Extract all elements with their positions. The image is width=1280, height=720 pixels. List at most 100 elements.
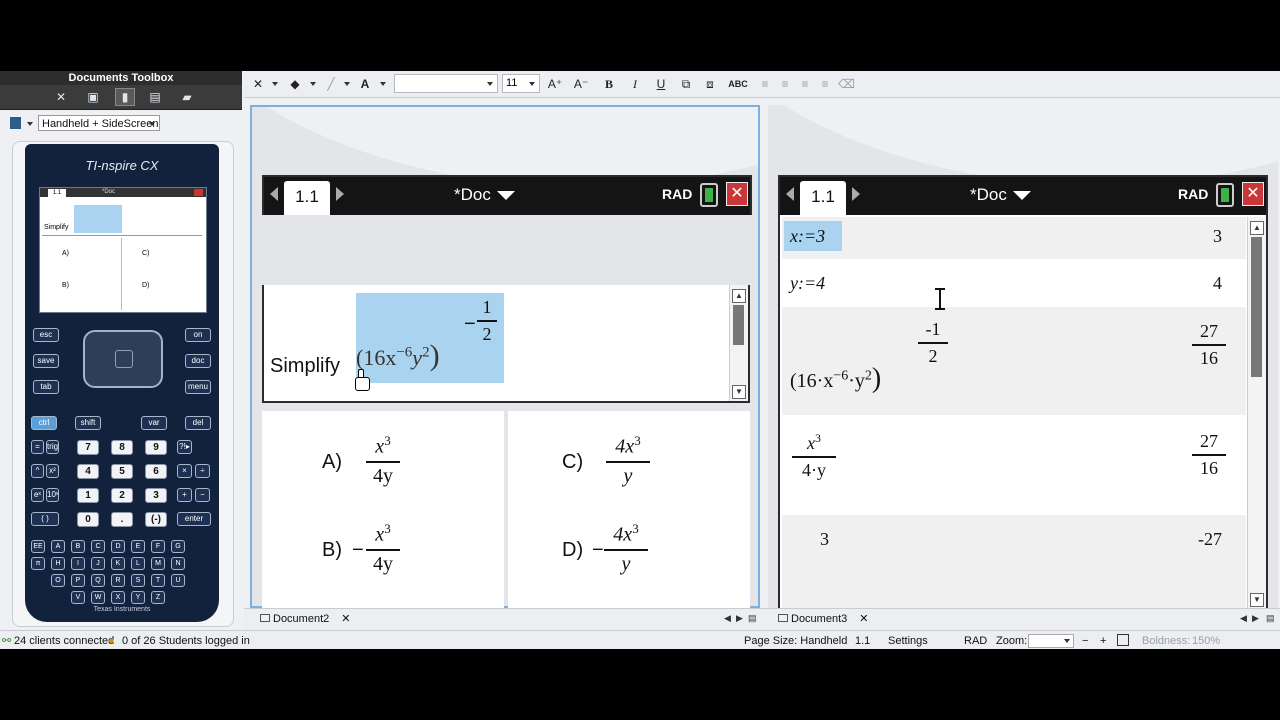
history-row[interactable]: 3 -27 [782,515,1246,610]
fill-color-icon[interactable]: ◆ [286,75,304,93]
zoom-select[interactable] [1028,634,1074,648]
next-page-icon[interactable] [852,187,860,201]
text-color-icon[interactable]: A [356,75,374,93]
minus-key[interactable]: − [195,488,210,502]
key-a[interactable]: A [51,540,65,553]
history-scrollbar[interactable]: ▲ ▼ [1247,217,1266,609]
history-row[interactable]: y:=4 4 [782,259,1246,308]
key-7[interactable]: 7 [77,440,99,455]
prev-page-icon[interactable] [270,187,278,201]
document2-tab[interactable]: Document2 ✕ [256,611,350,627]
page-size[interactable]: Page Size: Handheld [744,631,847,649]
key-i[interactable]: I [71,557,85,570]
menu-key[interactable]: menu [185,380,211,394]
key-1[interactable]: 1 [77,488,99,503]
handheld-icon[interactable]: ▮ [115,88,135,106]
doc-name-menu[interactable]: *Doc [454,185,515,205]
key-3[interactable]: 3 [145,488,167,503]
key-y[interactable]: Y [131,591,145,604]
key-v[interactable]: V [71,591,85,604]
choice-b-fraction[interactable]: x3 4y [366,521,400,576]
handheld-view-icon[interactable] [10,117,21,129]
choice-c-fraction[interactable]: 4x3 y [606,433,650,488]
content-explorer-icon[interactable]: ▰ [178,89,196,105]
key-x[interactable]: X [111,591,125,604]
flag-key[interactable]: ?!▸ [177,440,192,454]
boldness-value[interactable]: 150% [1192,631,1220,649]
plus-key[interactable]: + [177,488,192,502]
key-p[interactable]: P [71,574,85,587]
utilities-icon[interactable]: ▤ [146,89,164,105]
ee-key[interactable]: EE [31,540,45,553]
paren-key[interactable]: ( ) [31,512,59,526]
tab-list-icon[interactable]: ▤ [748,613,757,624]
scroll-up-icon[interactable]: ▲ [732,289,746,303]
del-key[interactable]: del [185,416,211,430]
times-key[interactable]: × [177,464,192,478]
chevron-down-icon[interactable] [272,82,278,86]
underline-button[interactable]: U [654,75,668,93]
key-k[interactable]: K [111,557,125,570]
prev-page-icon[interactable] [786,187,794,201]
key-n[interactable]: N [171,557,185,570]
align-left-icon[interactable]: ≡ [758,75,772,93]
key-t[interactable]: T [151,574,165,587]
question-box[interactable]: Simplify (16x−6y2) − 1 2 ▲ ▼ [262,285,750,403]
pi-key[interactable]: π [31,557,45,570]
key-9[interactable]: 9 [145,440,167,455]
key-l[interactable]: L [131,557,145,570]
scroll-thumb[interactable] [733,305,744,345]
enter-key[interactable]: enter [177,512,211,526]
var-key[interactable]: var [141,416,167,430]
document3-tab[interactable]: Document3 ✕ [774,611,868,627]
chevron-down-icon[interactable] [344,82,350,86]
touchpad-center[interactable] [115,350,133,368]
key-6[interactable]: 6 [145,464,167,479]
scroll-up-icon[interactable]: ▲ [1250,221,1264,235]
link-icon[interactable]: ⧉ [678,75,694,93]
tenx-key[interactable]: 10ˣ [46,488,59,502]
zoom-out-button[interactable]: − [1082,631,1088,649]
trig-key[interactable]: trig [46,440,59,454]
justify-icon[interactable]: ≡ [818,75,832,93]
handheld-screen[interactable]: 1.1 *Doc Simplify A) C) B) D) [39,187,207,313]
history-row[interactable]: x:=3 3 [782,217,1246,260]
italic-button[interactable]: I [628,75,642,93]
key-2[interactable]: 2 [111,488,133,503]
line-color-icon[interactable]: ╱ [322,75,340,93]
divide-key[interactable]: ÷ [195,464,210,478]
page-sorter-icon[interactable]: ▣ [84,89,102,105]
key-m[interactable]: M [151,557,165,570]
key-8[interactable]: 8 [111,440,133,455]
tools-icon[interactable]: ✕ [52,89,70,105]
key-e[interactable]: E [131,540,145,553]
fit-to-window-icon[interactable] [1117,634,1129,646]
key-u[interactable]: U [171,574,185,587]
key-b[interactable]: B [71,540,85,553]
chevron-down-icon[interactable] [380,82,386,86]
align-right-icon[interactable]: ≡ [798,75,812,93]
key-0[interactable]: 0 [77,512,99,527]
next-page-icon[interactable] [336,187,344,201]
touchpad[interactable] [83,330,163,388]
xsq-key[interactable]: x² [46,464,59,478]
choice-d-fraction[interactable]: 4x3 y [604,521,648,576]
font-name-select[interactable] [394,74,498,93]
key-o[interactable]: O [51,574,65,587]
doc-key[interactable]: doc [185,354,211,368]
ex-key[interactable]: eˣ [31,488,44,502]
scroll-down-icon[interactable]: ▼ [732,385,746,399]
doc-name-menu[interactable]: *Doc [970,185,1031,205]
scroll-down-icon[interactable]: ▼ [1250,593,1264,607]
ctrl-key[interactable]: ctrl [31,416,57,430]
key-g[interactable]: G [171,540,185,553]
bold-button[interactable]: B [602,75,616,93]
equals-key[interactable]: = [31,440,44,454]
scroll-tabs-left-icon[interactable]: ◀ [1240,613,1247,624]
scroll-thumb[interactable] [1251,237,1262,377]
key-d[interactable]: D [111,540,125,553]
close-icon[interactable]: ✕ [341,613,350,625]
increase-font-icon[interactable]: A⁺ [546,75,564,93]
key-q[interactable]: Q [91,574,105,587]
on-key[interactable]: on [185,328,211,342]
